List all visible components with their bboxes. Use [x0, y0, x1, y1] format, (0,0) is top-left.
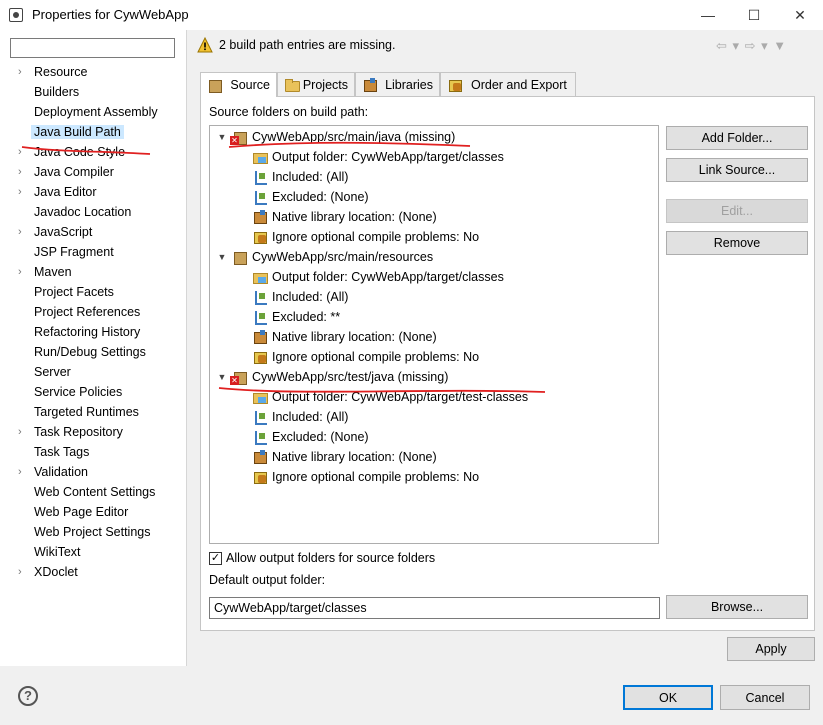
annotation-underline-sidebar — [21, 146, 151, 155]
annotation-underline-main-java — [228, 141, 471, 148]
tab-source[interactable]: Source — [200, 72, 277, 97]
red-annotation-strokes — [21, 141, 546, 393]
source-icon — [207, 77, 223, 93]
tab-label: Source — [230, 78, 270, 92]
annotation-underline-test-java — [218, 387, 546, 393]
